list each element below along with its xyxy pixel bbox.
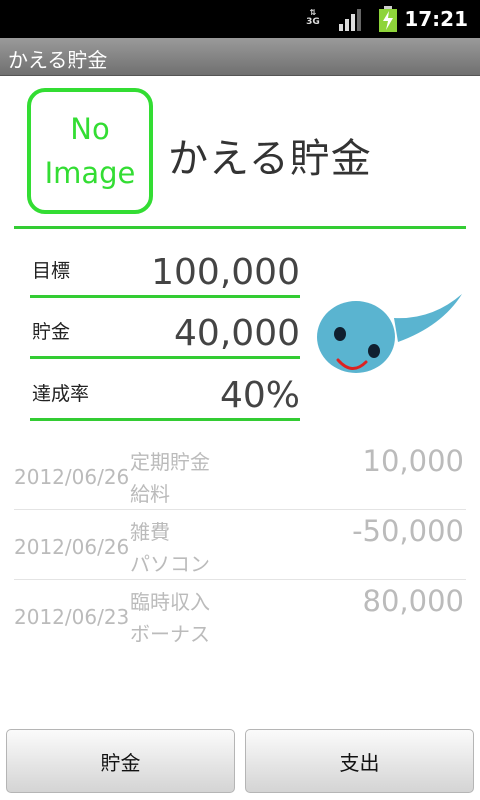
spend-button[interactable]: 支出: [245, 729, 474, 793]
image-placeholder[interactable]: No Image: [27, 88, 153, 214]
achievement-label: 達成率: [32, 383, 90, 405]
transaction-date: 2012/06/26: [14, 535, 130, 559]
battery-charging-icon: [379, 6, 397, 32]
window-title: かえる貯金: [8, 48, 108, 72]
transaction-amount: 80,000: [362, 584, 464, 618]
transaction-row[interactable]: 2012/06/23 臨時収入 ボーナス 80,000: [14, 580, 466, 650]
tadpole-mascot-icon: [317, 294, 462, 373]
transaction-date: 2012/06/23: [14, 605, 130, 629]
title-bar: かえる貯金: [0, 38, 480, 76]
savings-label: 貯金: [32, 321, 71, 343]
achievement-row: 達成率 40%: [30, 369, 300, 421]
transaction-amount: 10,000: [362, 444, 464, 478]
transaction-category: 定期貯金: [130, 450, 210, 474]
transaction-date: 2012/06/26: [14, 465, 130, 489]
clock: 17:21: [404, 7, 468, 31]
status-bar: ⇅ 3G 17:21: [0, 0, 480, 38]
save-button[interactable]: 貯金: [6, 729, 235, 793]
savings-value: 40,000: [174, 313, 300, 354]
transaction-amount: -50,000: [352, 514, 464, 548]
image-placeholder-line1: No: [70, 112, 110, 146]
header-divider: [14, 226, 466, 229]
transaction-row[interactable]: 2012/06/26 定期貯金 給料 10,000: [14, 440, 466, 510]
transaction-category: 臨時収入: [130, 590, 210, 614]
signal-strength-icon: [339, 9, 361, 31]
achievement-value: 40%: [219, 375, 300, 416]
transaction-memo: ボーナス: [130, 622, 210, 646]
goal-value: 100,000: [151, 252, 300, 293]
transaction-row[interactable]: 2012/06/26 雑費 パソコン -50,000: [14, 510, 466, 580]
savings-row: 貯金 40,000: [30, 307, 300, 359]
image-placeholder-line2: Image: [44, 156, 136, 190]
page-title: かえる貯金: [168, 136, 372, 182]
transaction-category: 雑費: [130, 520, 170, 544]
goal-label: 目標: [32, 260, 71, 282]
goal-row: 目標 100,000: [30, 246, 300, 298]
transaction-memo: パソコン: [130, 552, 210, 576]
network-3g-icon: ⇅ 3G: [306, 8, 320, 27]
transaction-memo: 給料: [130, 482, 170, 506]
